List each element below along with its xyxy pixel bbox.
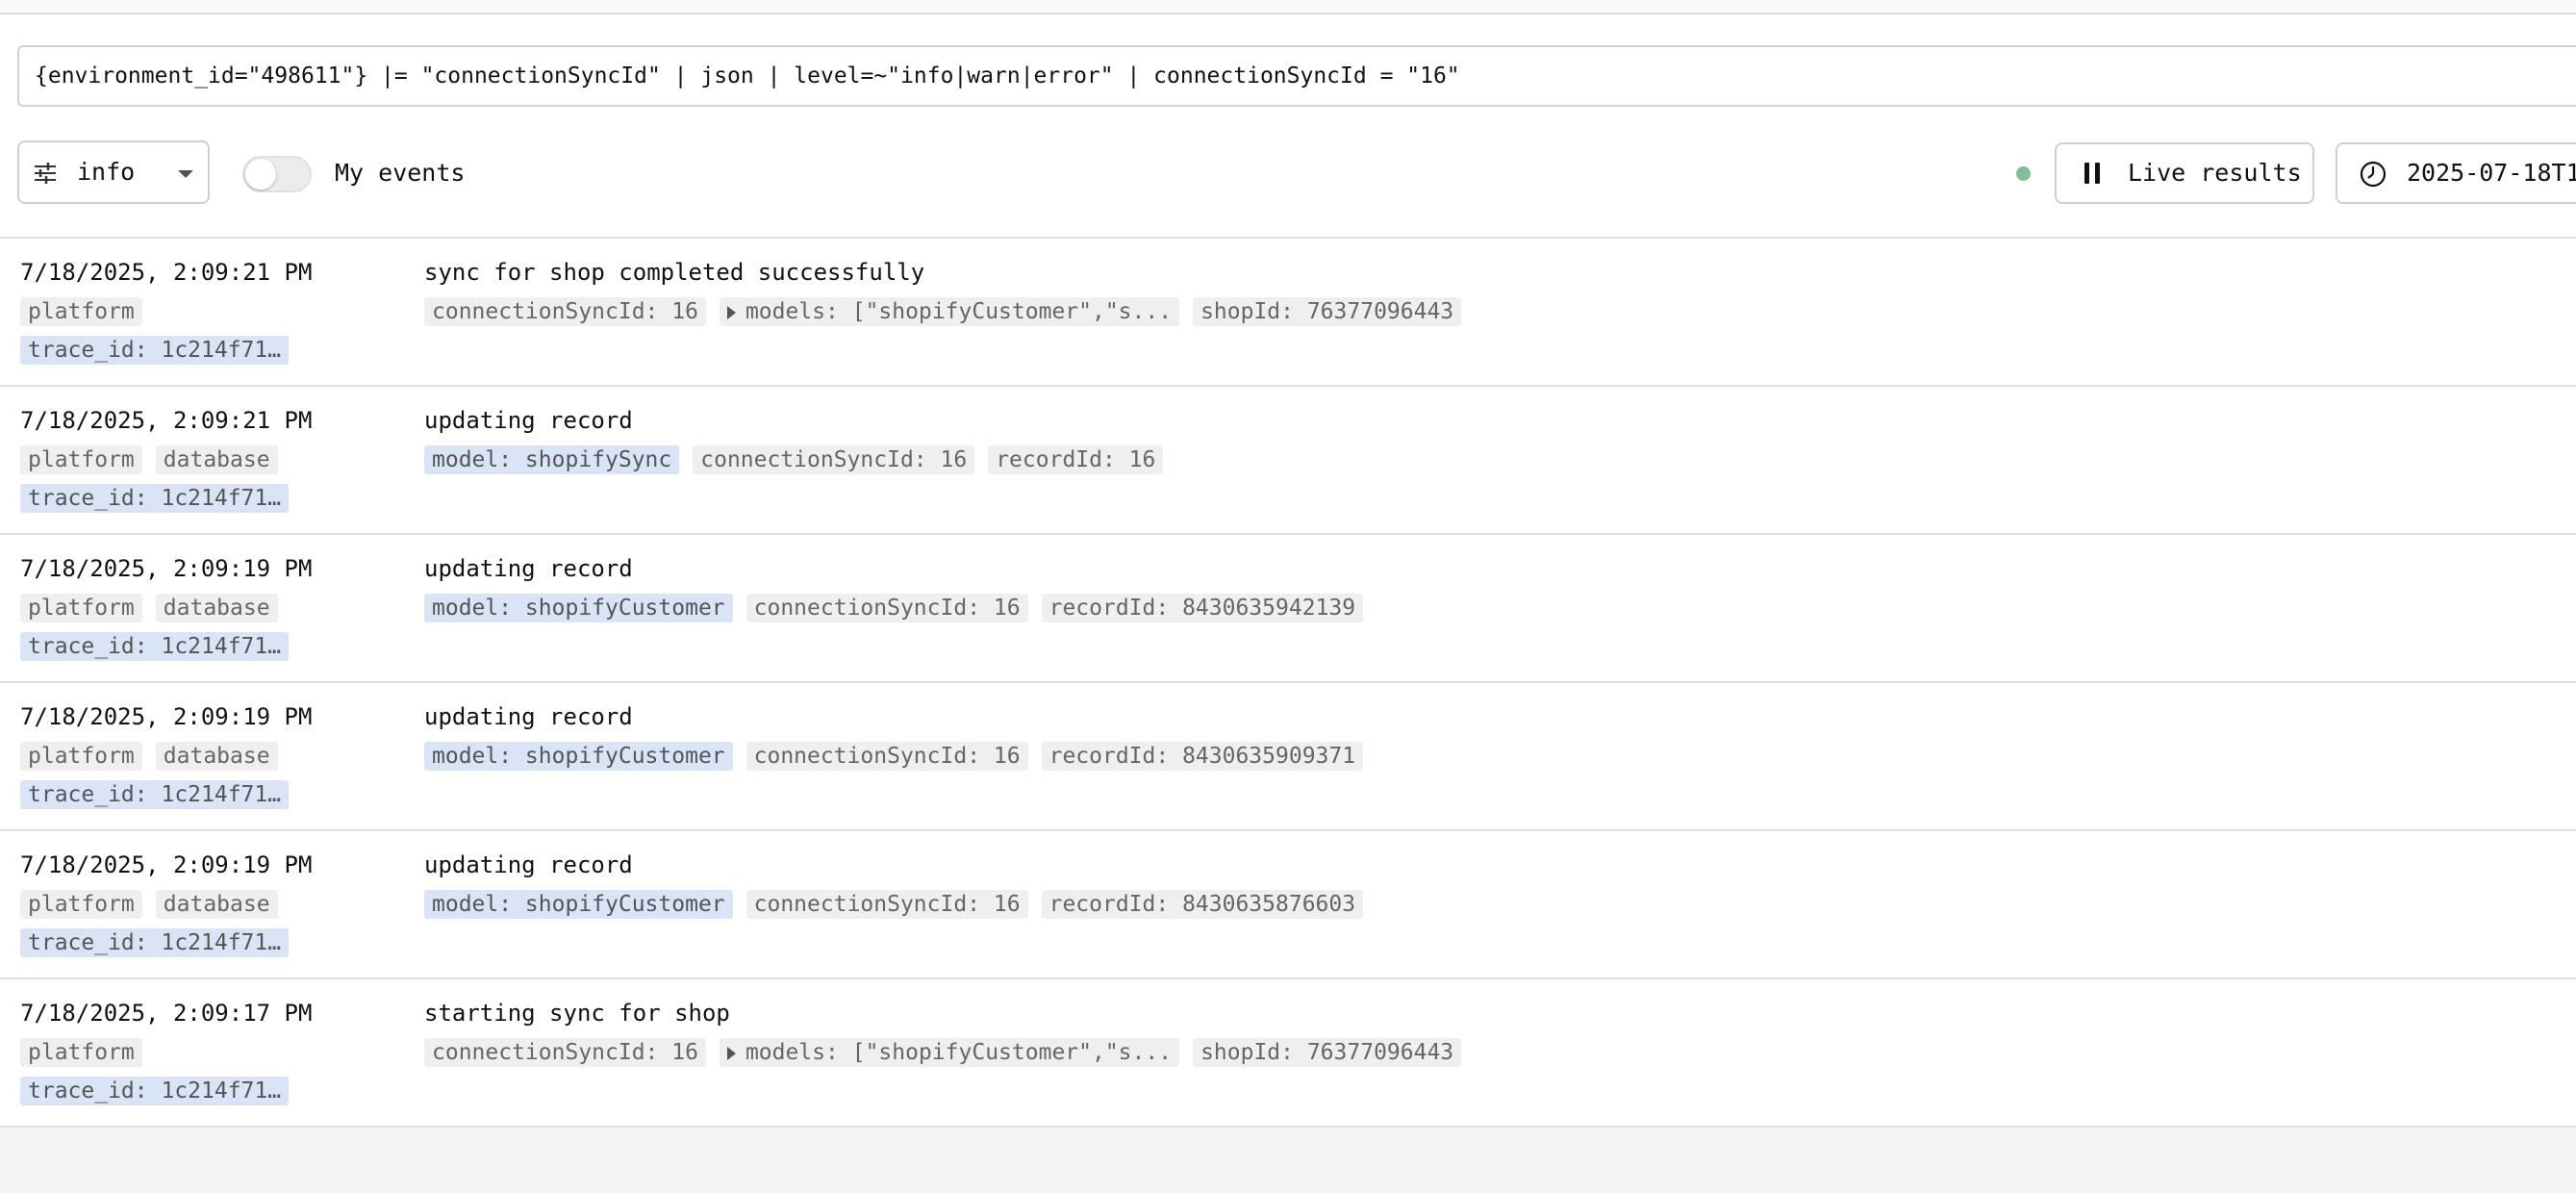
trace-id-chip[interactable]: trace_id: 1c214f71… <box>20 780 290 809</box>
source-tag[interactable]: platform <box>20 1038 142 1067</box>
source-tag[interactable]: platform <box>20 742 142 771</box>
log-timestamp: 7/18/2025, 2:09:21 PM <box>20 407 313 434</box>
log-timestamp: 7/18/2025, 2:09:19 PM <box>20 851 313 878</box>
my-events-label: My events <box>335 159 466 187</box>
log-message: sync for shop completed successfully <box>424 259 925 286</box>
log-tags: platform <box>20 1038 156 1067</box>
log-timestamp: 7/18/2025, 2:09:21 PM <box>20 259 313 286</box>
attribute-chip[interactable]: model: shopifyCustomer <box>424 742 733 771</box>
attribute-chip[interactable]: recordId: 8430635942139 <box>1041 594 1364 622</box>
top-bar <box>0 0 2576 14</box>
attribute-chip[interactable]: connectionSyncId: 16 <box>693 445 975 474</box>
log-row[interactable]: 7/18/2025, 2:09:19 PM platform database tra… <box>0 831 2576 979</box>
log-attributes: connectionSyncId: 16 models: ["shopifyCus… <box>424 1038 1475 1067</box>
source-tag[interactable]: platform <box>20 297 142 326</box>
log-row[interactable]: 7/18/2025, 2:09:21 PM platform database tra… <box>0 387 2576 535</box>
log-timestamp: 7/18/2025, 2:09:17 PM <box>20 1000 313 1027</box>
log-message: starting sync for shop <box>424 1000 730 1027</box>
source-tag[interactable]: platform <box>20 890 142 919</box>
log-trace: trace_id: 1c214f71… <box>20 780 302 809</box>
triangle-right-icon <box>726 1047 736 1060</box>
log-tags: platform database <box>20 594 291 622</box>
attribute-chip[interactable]: connectionSyncId: 16 <box>424 297 706 326</box>
attribute-chip[interactable]: connectionSyncId: 16 <box>745 890 1028 919</box>
attribute-chip[interactable]: recordId: 8430635876603 <box>1041 890 1364 919</box>
pause-icon <box>2084 163 2100 184</box>
trace-id-chip[interactable]: trace_id: 1c214f71… <box>20 336 290 365</box>
level-select[interactable]: info <box>17 140 210 204</box>
trace-id-chip[interactable]: trace_id: 1c214f71… <box>20 1077 290 1105</box>
log-tags: platform database <box>20 890 291 919</box>
log-message: updating record <box>424 703 633 730</box>
live-results-button[interactable]: Live results <box>2055 142 2314 204</box>
attribute-chip[interactable]: connectionSyncId: 16 <box>745 742 1028 771</box>
log-attributes: model: shopifyCustomer connectionSyncId: … <box>424 890 1376 919</box>
log-trace: trace_id: 1c214f71… <box>20 484 302 513</box>
source-tag[interactable]: database <box>155 890 278 919</box>
log-trace: trace_id: 1c214f71… <box>20 928 302 957</box>
log-message: updating record <box>424 555 633 582</box>
log-message: updating record <box>424 851 633 878</box>
live-results-label: Live results <box>2128 159 2302 187</box>
log-attributes: model: shopifyCustomer connectionSyncId: … <box>424 594 1376 622</box>
expandable-attribute-chip[interactable]: models: ["shopifyCustomer","s... <box>719 1038 1180 1067</box>
log-trace: trace_id: 1c214f71… <box>20 632 302 661</box>
sliders-icon <box>35 163 56 184</box>
trace-id-chip[interactable]: trace_id: 1c214f71… <box>20 484 290 513</box>
attribute-chip[interactable]: connectionSyncId: 16 <box>745 594 1028 622</box>
attribute-chip[interactable]: shopId: 76377096443 <box>1193 1038 1462 1067</box>
attribute-chip[interactable]: model: shopifySync <box>424 445 680 474</box>
toggle-knob <box>245 159 276 190</box>
log-tags: platform <box>20 297 156 326</box>
trace-id-chip[interactable]: trace_id: 1c214f71… <box>20 928 290 957</box>
source-tag[interactable]: database <box>155 594 278 622</box>
log-timestamp: 7/18/2025, 2:09:19 PM <box>20 555 313 582</box>
log-attributes: model: shopifyCustomer connectionSyncId: … <box>424 742 1376 771</box>
log-row[interactable]: 7/18/2025, 2:09:19 PM platform database tra… <box>0 683 2576 831</box>
source-tag[interactable]: database <box>155 445 278 474</box>
attribute-chip[interactable]: recordId: 16 <box>988 445 1164 474</box>
log-trace: trace_id: 1c214f71… <box>20 336 302 365</box>
log-row[interactable]: 7/18/2025, 2:09:19 PM platform database tra… <box>0 535 2576 683</box>
attribute-chip[interactable]: recordId: 8430635909371 <box>1041 742 1364 771</box>
attribute-chip[interactable]: model: shopifyCustomer <box>424 594 733 622</box>
date-range-button[interactable]: 2025-07-18T19 <box>2336 142 2576 204</box>
date-range-label: 2025-07-18T19 <box>2407 159 2576 187</box>
chevron-down-icon <box>178 170 193 178</box>
log-list: 7/18/2025, 2:09:21 PM platform trace_id: 1… <box>0 239 2576 1128</box>
log-tags: platform database <box>20 742 291 771</box>
log-attributes: model: shopifySync connectionSyncId: 16 re… <box>424 445 1176 474</box>
attribute-chip[interactable]: shopId: 76377096443 <box>1193 297 1462 326</box>
live-status-dot <box>2016 166 2031 181</box>
clock-icon <box>2360 161 2387 188</box>
attribute-chip[interactable]: model: shopifyCustomer <box>424 890 733 919</box>
triangle-right-icon <box>726 306 736 319</box>
source-tag[interactable]: database <box>155 742 278 771</box>
log-trace: trace_id: 1c214f71… <box>20 1077 302 1105</box>
source-tag[interactable]: platform <box>20 594 142 622</box>
log-tags: platform database <box>20 445 291 474</box>
log-row[interactable]: 7/18/2025, 2:09:17 PM platform trace_id: 1… <box>0 979 2576 1128</box>
attribute-chip[interactable]: connectionSyncId: 16 <box>424 1038 706 1067</box>
level-select-value: info <box>77 158 136 186</box>
attribute-text: models: ["shopifyCustomer","s... <box>745 299 1173 324</box>
log-message: updating record <box>424 407 633 434</box>
log-explorer-page: {environment_id="498611"} |= "connection… <box>0 0 2576 1193</box>
log-timestamp: 7/18/2025, 2:09:19 PM <box>20 703 313 730</box>
source-tag[interactable]: platform <box>20 445 142 474</box>
trace-id-chip[interactable]: trace_id: 1c214f71… <box>20 632 290 661</box>
my-events-toggle[interactable] <box>242 156 312 192</box>
toolbar: info My events Live results 2025-07-18T1… <box>0 140 2576 206</box>
query-input[interactable]: {environment_id="498611"} |= "connection… <box>17 45 2576 107</box>
log-attributes: connectionSyncId: 16 models: ["shopifyCus… <box>424 297 1475 326</box>
log-row[interactable]: 7/18/2025, 2:09:21 PM platform trace_id: 1… <box>0 239 2576 387</box>
expandable-attribute-chip[interactable]: models: ["shopifyCustomer","s... <box>719 297 1180 326</box>
attribute-text: models: ["shopifyCustomer","s... <box>745 1040 1173 1065</box>
